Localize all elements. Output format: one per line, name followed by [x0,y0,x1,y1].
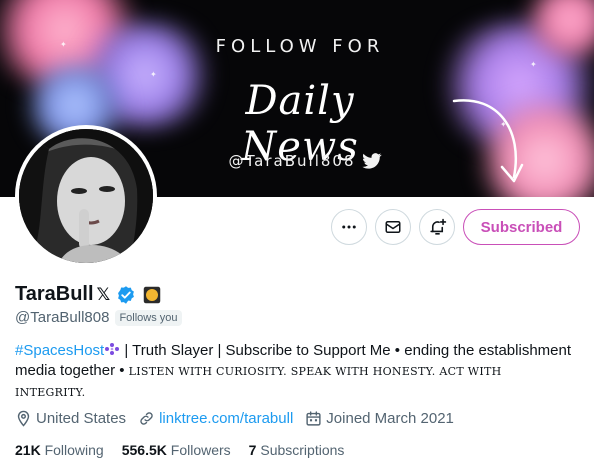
website-item: linktree.com/tarabull [138,410,293,427]
location-pin-icon [17,410,30,427]
following-count: 21K [15,442,41,458]
verified-badge-icon[interactable] [116,285,136,305]
gold-badge-icon[interactable] [143,286,161,304]
subscriptions-label: Subscriptions [260,442,345,458]
subscriptions-count: 7 [248,442,257,458]
bell-plus-icon [429,218,446,235]
notifications-button[interactable] [419,209,455,245]
profile-handle: @TaraBull808 [15,309,110,326]
bird-icon [361,153,382,169]
bio-hashtag-link[interactable]: #SpacesHost [15,342,104,359]
follows-you-badge: Follows you [115,309,182,326]
curved-arrow-icon [452,99,524,183]
link-icon [140,412,153,425]
sparkle-icon: ✦ [60,40,67,49]
banner-heading: FOLLOW FOR [215,36,385,57]
location-text: United States [36,410,127,427]
handle-row: @TaraBull808 Follows you [15,309,182,326]
avatar-image [19,129,153,263]
joined-text: Joined March 2021 [326,410,454,427]
envelope-icon [385,221,401,233]
profile-stats-row: 21K Following 556.5K Followers 7 Subscri… [15,442,344,458]
more-icon [342,225,356,229]
profile-meta-row: United States linktree.com/tarabull Join… [15,410,454,427]
subscriptions-link[interactable]: 7 Subscriptions [249,442,345,458]
following-label: Following [44,442,104,458]
avatar[interactable] [15,125,157,267]
joined-item: Joined March 2021 [305,410,454,427]
message-button[interactable] [375,209,411,245]
followers-count: 556.5K [121,442,167,458]
banner-handle-row: @TaraBull808 [200,152,410,170]
calendar-icon [306,411,321,426]
sparkle-cluster-icon [105,343,120,355]
sparkle-icon: ✦ [530,60,537,69]
location-item: United States [15,410,126,427]
subscribed-button[interactable]: Subscribed [463,209,580,245]
following-link[interactable]: 21K Following [15,442,104,458]
followers-link[interactable]: 556.5K Followers [122,442,231,458]
website-link[interactable]: linktree.com/tarabull [159,410,293,427]
more-button[interactable] [331,209,367,245]
banner-handle: @TaraBull808 [228,152,356,170]
profile-bio: #SpacesHost | Truth Slayer | Subscribe t… [15,341,575,403]
avatar-portrait [19,129,153,263]
profile-name-row: TaraBull 𝕏 [15,283,161,306]
followers-label: Followers [170,442,231,458]
display-name: TaraBull [15,283,94,305]
sparkle-icon: ✦ [150,70,157,79]
x-mark: 𝕏 [96,284,111,305]
